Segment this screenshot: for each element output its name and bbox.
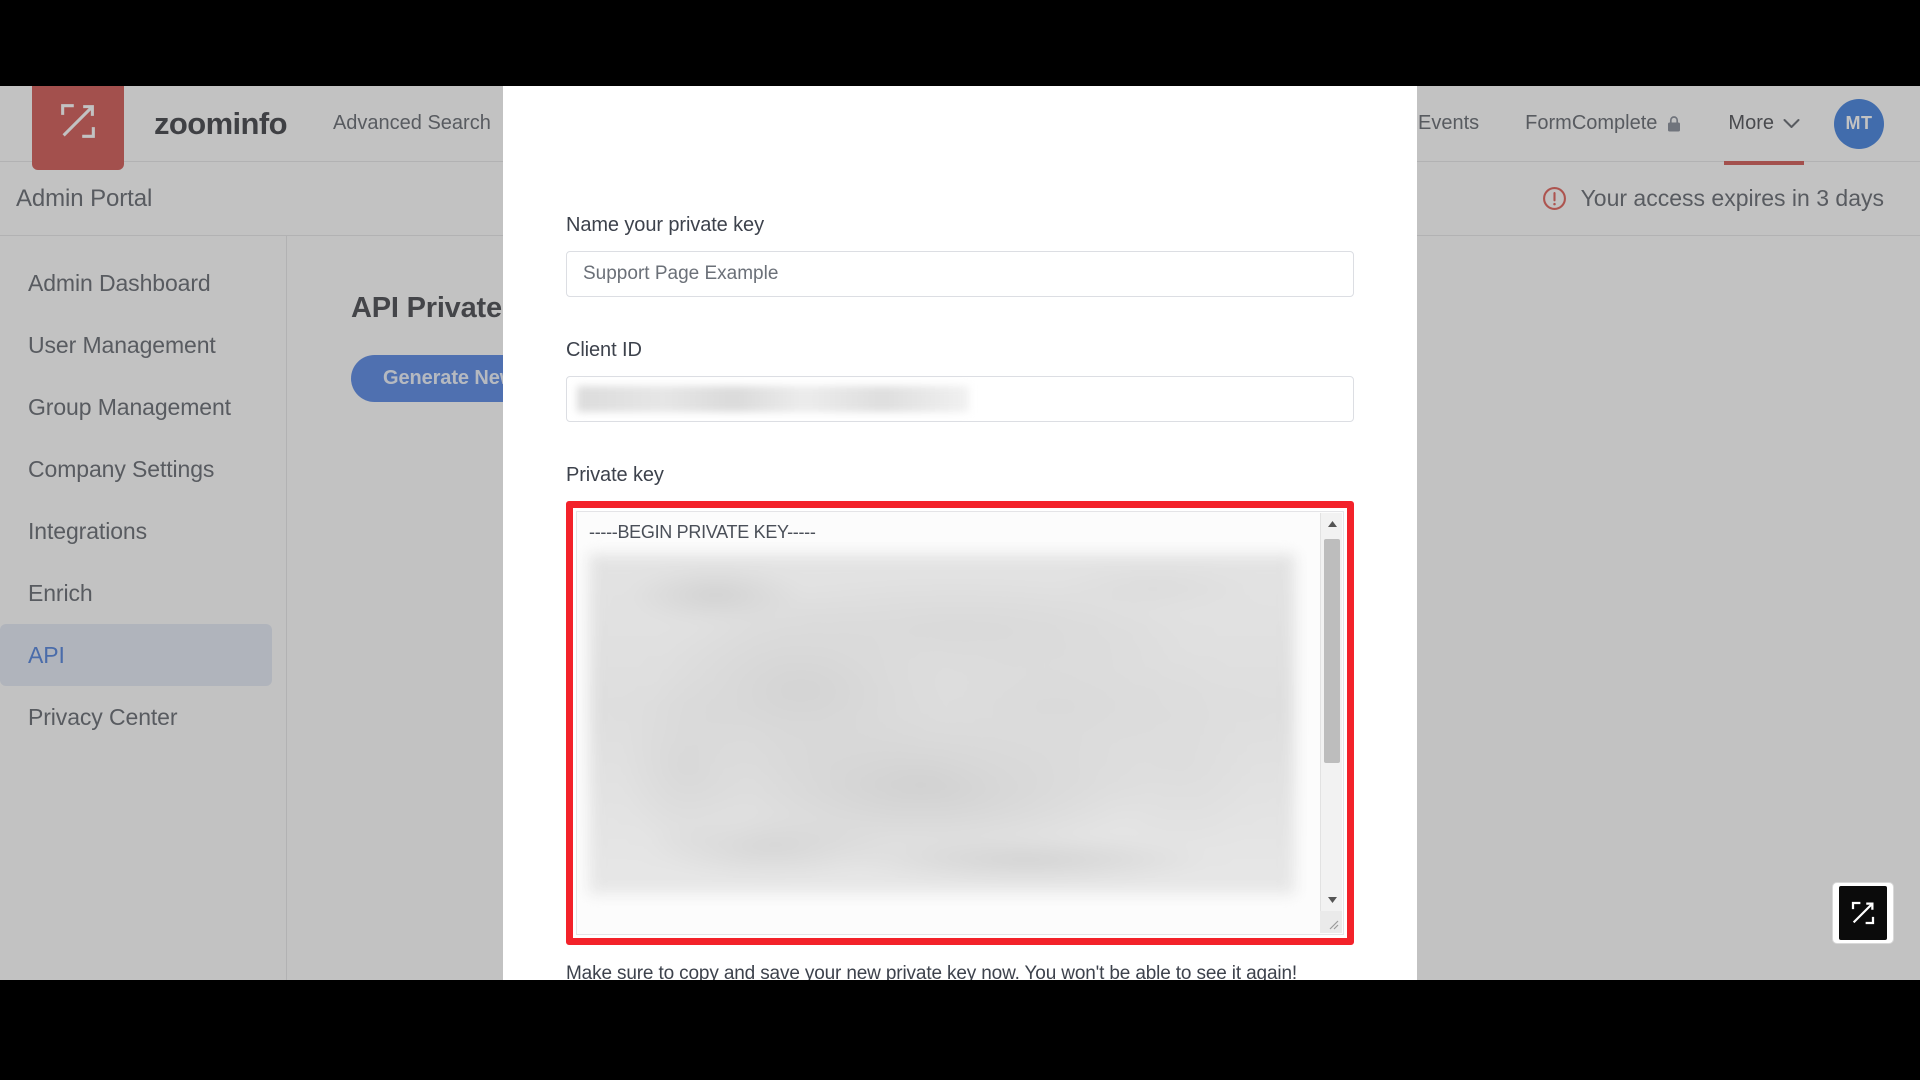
zoominfo-logo-tile[interactable] <box>32 86 124 170</box>
private-key-redacted-body <box>589 554 1295 894</box>
chevron-down-icon <box>1783 118 1800 129</box>
private-key-scrollbar[interactable] <box>1320 513 1342 933</box>
client-id-redacted-value <box>577 386 969 412</box>
sidebar-item-group-management[interactable]: Group Management <box>0 376 272 438</box>
scroll-down-arrow-icon[interactable] <box>1321 889 1343 911</box>
sidebar-item-label: Group Management <box>28 393 231 420</box>
client-id-input[interactable] <box>566 376 1354 422</box>
client-id-label: Client ID <box>566 339 642 361</box>
sidebar-item-label: API <box>28 641 65 668</box>
private-key-warning-note: Make sure to copy and save your new priv… <box>566 963 1297 980</box>
alert-circle-icon <box>1542 186 1567 211</box>
sidebar-item-label: Company Settings <box>28 455 215 482</box>
browser-viewport: zoominfo Advanced Search Events FormComp… <box>0 86 1920 980</box>
sidebar-item-label: Enrich <box>28 579 93 606</box>
avatar[interactable]: MT <box>1834 98 1884 149</box>
brand-wordmark: zoominfo <box>154 105 288 141</box>
nav-item-events[interactable]: Events <box>1418 86 1479 161</box>
access-expiry-notice: Your access expires in 3 days <box>1542 185 1884 212</box>
sidebar-item-api[interactable]: API <box>0 624 272 686</box>
screenshot-root: zoominfo Advanced Search Events FormComp… <box>0 0 1920 1080</box>
sidebar-item-label: User Management <box>28 331 216 358</box>
sidebar-nav: Admin Dashboard User Management Group Ma… <box>0 236 287 980</box>
sidebar-item-admin-dashboard[interactable]: Admin Dashboard <box>0 252 272 314</box>
private-key-textarea[interactable]: -----BEGIN PRIVATE KEY----- <box>576 511 1344 935</box>
sidebar-item-label: Admin Dashboard <box>28 269 211 296</box>
sidebar-item-privacy-center[interactable]: Privacy Center <box>0 686 272 748</box>
nav-item-label: FormComplete <box>1525 112 1658 134</box>
private-key-name-input[interactable] <box>566 251 1354 297</box>
sidebar-item-enrich[interactable]: Enrich <box>0 562 272 624</box>
sidebar-item-label: Integrations <box>28 517 147 544</box>
zoominfo-floating-badge[interactable] <box>1832 882 1894 944</box>
nav-item-formcomplete[interactable]: FormComplete <box>1525 86 1682 161</box>
private-key-label: Private key <box>566 464 664 486</box>
scroll-up-arrow-icon[interactable] <box>1321 513 1343 535</box>
private-key-highlight-frame: -----BEGIN PRIVATE KEY----- <box>566 501 1354 945</box>
page-title: Admin Portal <box>16 184 153 212</box>
nav-item-label: More <box>1728 112 1774 134</box>
name-field-label: Name your private key <box>566 214 764 236</box>
generate-private-key-modal: Name your private key Client ID Private … <box>503 86 1417 980</box>
nav-item-more[interactable]: More <box>1724 86 1804 165</box>
scrollbar-thumb[interactable] <box>1324 539 1340 763</box>
sidebar-item-user-management[interactable]: User Management <box>0 314 272 376</box>
nav-item-label: Events <box>1418 112 1480 134</box>
textarea-resize-handle[interactable] <box>1320 911 1342 933</box>
sidebar-item-label: Privacy Center <box>28 703 178 730</box>
nav-item-label: Advanced Search <box>332 112 491 134</box>
sidebar-item-integrations[interactable]: Integrations <box>0 500 272 562</box>
zoominfo-z-logo-icon <box>1839 886 1887 940</box>
lock-icon <box>1666 115 1682 133</box>
zoominfo-z-logo-icon <box>55 98 101 149</box>
nav-item-advanced-search[interactable]: Advanced Search <box>333 86 491 161</box>
sidebar-item-company-settings[interactable]: Company Settings <box>0 438 272 500</box>
access-expiry-text: Your access expires in 3 days <box>1580 185 1884 211</box>
private-key-begin-line: -----BEGIN PRIVATE KEY----- <box>589 522 816 542</box>
